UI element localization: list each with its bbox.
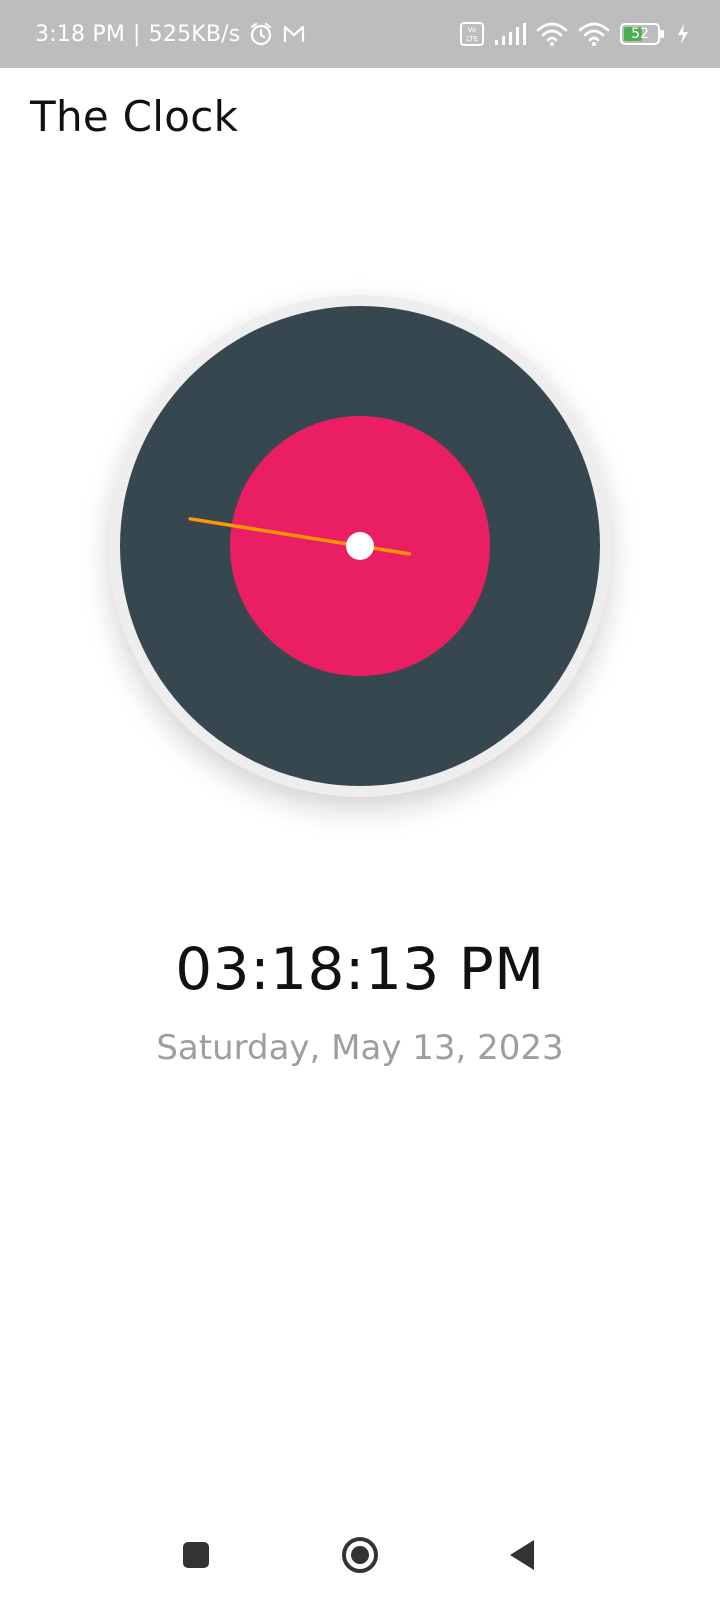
clock-face-svg <box>120 306 600 786</box>
status-bar: 3:18 PM | 525KB/s Vo LTE 52 <box>0 0 720 68</box>
status-separator: | <box>133 21 141 47</box>
volte-icon: Vo LTE <box>460 22 484 46</box>
back-icon <box>510 1540 534 1570</box>
clock-app-screen: 3:18 PM | 525KB/s Vo LTE 52 The Clock 03… <box>0 0 720 1600</box>
svg-text:Vo: Vo <box>468 26 477 34</box>
gmail-icon <box>282 23 306 45</box>
date-text: Saturday, May 13, 2023 <box>156 1028 564 1068</box>
clock-center-dot <box>346 532 374 560</box>
network-speed: 525KB/s <box>148 21 241 47</box>
battery-level: 52 <box>631 26 649 42</box>
home-icon <box>342 1537 378 1573</box>
charging-icon <box>676 23 690 45</box>
recents-icon <box>183 1542 209 1568</box>
digital-time: 03:18:13 PM <box>175 935 545 1003</box>
app-title: The Clock <box>30 92 239 141</box>
battery-icon: 52 <box>620 22 666 46</box>
home-button[interactable] <box>320 1510 400 1600</box>
status-time: 3:18 PM <box>35 21 126 47</box>
analog-clock <box>109 295 611 797</box>
signal-icon <box>494 22 526 46</box>
status-left: 3:18 PM | 525KB/s <box>35 0 306 68</box>
back-button[interactable] <box>483 1510 563 1600</box>
navigation-bar <box>0 1510 720 1600</box>
status-right: Vo LTE 52 <box>460 0 690 68</box>
recents-button[interactable] <box>156 1510 236 1600</box>
alarm-icon <box>248 21 274 47</box>
wifi-icon <box>536 21 568 47</box>
wifi-icon <box>578 21 610 47</box>
svg-text:LTE: LTE <box>466 35 478 43</box>
